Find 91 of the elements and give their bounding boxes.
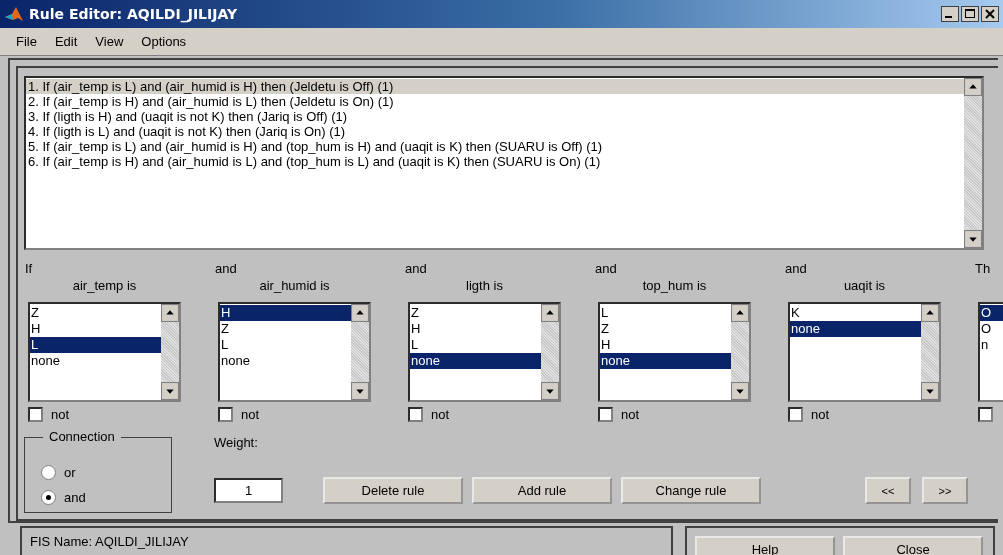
weight-label: Weight: — [214, 434, 259, 452]
radio-label[interactable]: or — [64, 465, 76, 480]
rules-list[interactable] — [24, 76, 984, 250]
scroll-up-icon[interactable] — [964, 78, 982, 96]
connector-label: and — [594, 260, 618, 277]
connector-label: If — [24, 260, 34, 277]
scroll-down-icon[interactable] — [541, 382, 559, 400]
scroll-down-icon[interactable] — [161, 382, 179, 400]
term-item[interactable]: n — [980, 337, 1003, 353]
not-label[interactable]: not — [51, 407, 70, 422]
rule-item[interactable]: 4. If (ligth is L) and (uaqit is not K) then (Jariq is On) (1) — [26, 124, 964, 139]
term-item[interactable]: none — [220, 353, 351, 369]
rule-button[interactable]: Add rule — [472, 477, 612, 504]
minimize-icon[interactable] — [941, 6, 959, 22]
radio-button[interactable] — [41, 465, 56, 480]
term-item[interactable]: none — [410, 353, 541, 369]
term-item[interactable]: L — [30, 337, 161, 353]
radio-label[interactable]: and — [64, 490, 86, 505]
nav-button[interactable]: >> — [922, 477, 968, 504]
term-item[interactable]: Z — [410, 305, 541, 321]
rule-item[interactable]: 6. If (air_temp is H) and (air_humid is L) and (top_hum is L) and (uaqit is K) then (SUARU is On) (1) — [26, 154, 964, 169]
maximize-icon[interactable] — [961, 6, 979, 22]
term-item[interactable]: Z — [220, 321, 351, 337]
close-icon[interactable] — [981, 6, 999, 22]
term-item[interactable]: H — [600, 337, 731, 353]
term-item[interactable]: L — [600, 305, 731, 321]
not-label[interactable]: not — [811, 407, 830, 422]
term-item[interactable]: L — [220, 337, 351, 353]
connector-label: and — [214, 260, 238, 277]
group-title: Connection — [43, 429, 121, 444]
menu-item[interactable]: Edit — [46, 34, 88, 49]
not-checkbox[interactable] — [598, 407, 613, 422]
logo-icon — [4, 5, 24, 23]
nav-button[interactable]: << — [865, 477, 911, 504]
scroll-up-icon[interactable] — [541, 304, 559, 322]
variable-label: top_hum is — [642, 278, 707, 293]
scroll-up-icon[interactable] — [351, 304, 369, 322]
term-list[interactable]: Z H L none — [408, 302, 561, 402]
not-checkbox[interactable] — [28, 407, 43, 422]
term-item[interactable]: none — [30, 353, 161, 369]
not-checkbox[interactable] — [408, 407, 423, 422]
variable-label: air_humid is — [259, 278, 330, 293]
rule-item[interactable]: 2. If (air_temp is H) and (air_humid is L) then (Jeldetu is On) (1) — [26, 94, 964, 109]
not-label[interactable]: not — [621, 407, 640, 422]
term-item[interactable]: O — [980, 305, 1003, 321]
rule-item[interactable]: 3. If (ligth is H) and (uaqit is not K) then (Jariq is Off) (1) — [26, 109, 964, 124]
term-item[interactable]: K — [790, 305, 921, 321]
variable-label: uaqit is — [843, 278, 886, 293]
term-list[interactable]: Z H L none — [28, 302, 181, 402]
not-label[interactable]: not — [431, 407, 450, 422]
term-item[interactable]: none — [600, 353, 731, 369]
term-item[interactable]: Z — [30, 305, 161, 321]
term-item[interactable]: Z — [600, 321, 731, 337]
not-checkbox[interactable] — [788, 407, 803, 422]
term-item[interactable]: L — [410, 337, 541, 353]
menu-item[interactable]: File — [8, 34, 47, 49]
connector-label: and — [784, 260, 808, 277]
not-label[interactable]: not — [241, 407, 260, 422]
term-list[interactable]: K none — [788, 302, 941, 402]
scroll-up-icon[interactable] — [921, 304, 939, 322]
rule-button[interactable]: Delete rule — [323, 477, 463, 504]
term-list[interactable]: O O n — [978, 302, 1003, 402]
scroll-down-icon[interactable] — [731, 382, 749, 400]
rule-item[interactable]: 1. If (air_temp is L) and (air_humid is H) then (Jeldetu is Off) (1) — [26, 79, 964, 94]
term-item[interactable]: H — [220, 305, 351, 321]
connector-label: Th — [974, 260, 992, 277]
scroll-up-icon[interactable] — [731, 304, 749, 322]
variable-label: air_temp is — [72, 278, 137, 293]
menu-item[interactable]: View — [87, 34, 134, 49]
term-list[interactable]: H Z L none — [218, 302, 371, 402]
scroll-down-icon[interactable] — [921, 382, 939, 400]
scroll-up-icon[interactable] — [161, 304, 179, 322]
not-checkbox[interactable] — [978, 407, 993, 422]
term-item[interactable]: none — [790, 321, 921, 337]
weight-field[interactable]: 1 — [214, 478, 283, 503]
menu-item[interactable]: Options — [133, 34, 197, 49]
window-title: Rule Editor: AQILDI_JILIJAY — [29, 6, 238, 22]
term-list[interactable]: L Z H none — [598, 302, 751, 402]
term-item[interactable]: H — [30, 321, 161, 337]
rule-button[interactable]: Change rule — [621, 477, 761, 504]
variable-label: ligth is — [466, 278, 503, 293]
term-item[interactable]: H — [410, 321, 541, 337]
dialog-button[interactable]: Close — [843, 536, 983, 555]
fis-name-status: FIS Name: AQILDI_JILIJAY — [20, 526, 673, 555]
not-checkbox[interactable] — [218, 407, 233, 422]
connector-label: and — [404, 260, 428, 277]
radio-button[interactable] — [41, 490, 56, 505]
term-item[interactable]: O — [980, 321, 1003, 337]
scroll-down-icon[interactable] — [351, 382, 369, 400]
scroll-down-icon[interactable] — [964, 230, 982, 248]
rule-item[interactable]: 5. If (air_temp is L) and (air_humid is H) and (top_hum is H) and (uaqit is K) then (SUARU is Off) (1) — [26, 139, 964, 154]
